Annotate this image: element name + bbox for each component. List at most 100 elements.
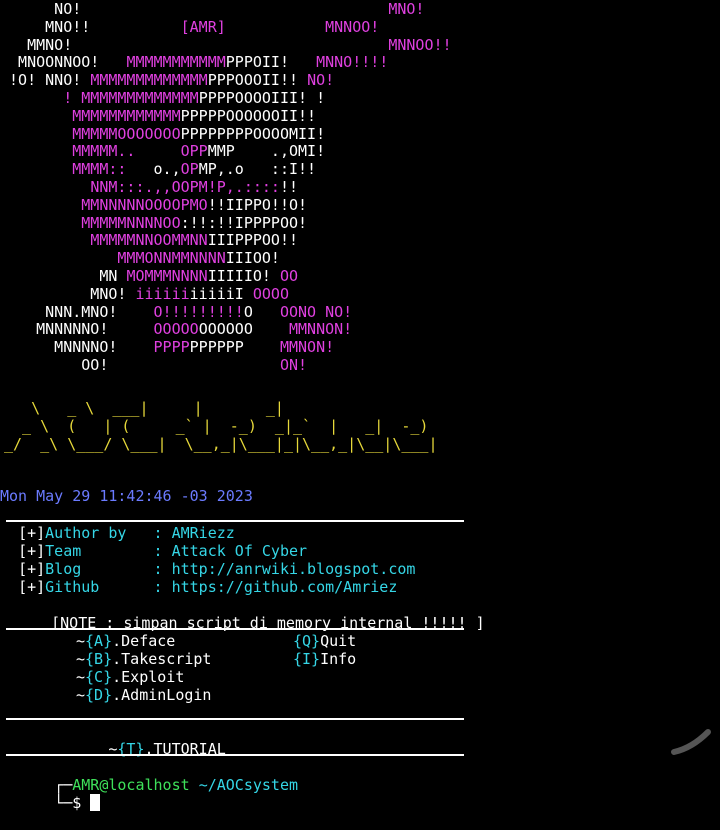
info-val: https://github.com/Amriez xyxy=(171,578,398,596)
divider-top xyxy=(6,520,464,522)
ascii-art-segment: MNNOO!! xyxy=(388,35,452,54)
ascii-art-segment: MNNNNNO! xyxy=(0,320,154,339)
ascii-art-line: MMMMMNNNNOO:!!:!!IPPPPOO! xyxy=(0,214,307,232)
menu-key: {B} xyxy=(85,650,113,668)
ascii-art-segment: IIIIIO! xyxy=(207,267,280,285)
ascii-art-segment xyxy=(0,125,72,143)
menu-key: {I} xyxy=(293,650,321,668)
ascii-art-segment: MMNNON! xyxy=(289,320,353,339)
ascii-art-segment: PPPOOOII!! xyxy=(207,71,308,90)
ascii-art-segment: MMMMMMMMMMM xyxy=(126,53,226,72)
info-val: Attack Of Cyber xyxy=(171,542,308,560)
menu-item-exploit[interactable]: ~{C}.Exploit xyxy=(76,668,184,686)
ascii-art-segment: OP xyxy=(180,160,199,179)
ascii-art-line: MMNO! MNNOO!! xyxy=(0,35,452,54)
ascii-art-line: MMMMMMMMMMMMPPPPPOOOOOOII!! xyxy=(0,107,316,125)
info-key: Team xyxy=(45,542,154,560)
ascii-art-segment: MMMM:: xyxy=(72,160,127,179)
terminal-window[interactable]: NO! MNO! MNO!! [AMR] MNNOO! MMNO! MNNOO!… xyxy=(0,0,720,812)
menu-label: .AdminLogin xyxy=(112,686,212,704)
ascii-art-segment: NO! xyxy=(0,0,389,18)
ascii-art-line: MMMMMNNOOMMNNIIIPPPOO!! xyxy=(0,231,298,249)
ascii-art-line: MNNNNO! PPPPPPPPPP MMNON! xyxy=(0,338,334,356)
prompt-line-1: ┌─AMR@localhost ~/AOCsystem xyxy=(36,776,299,794)
menu-label: .Takescript xyxy=(112,650,212,668)
menu-key: {C} xyxy=(85,668,113,686)
ascii-banner-line: _ \ ( | ( _` | -_) _|_` | _| -_) xyxy=(4,417,429,435)
ascii-art-segment: O xyxy=(243,302,280,321)
ascii-art-segment xyxy=(0,231,90,249)
menu-item-takescript[interactable]: ~{B}.Takescript xyxy=(76,650,211,668)
info-key: Author by xyxy=(45,524,154,542)
ascii-art-segment: OO! xyxy=(0,356,280,374)
ascii-art-line: NO! MNO! xyxy=(0,0,424,18)
prompt-path: ~/AOCsystem xyxy=(198,776,299,794)
ascii-art-segment: OONO NO! xyxy=(279,302,353,321)
ascii-art-segment xyxy=(0,89,63,107)
info-key: Github xyxy=(45,578,154,596)
ascii-art-segment xyxy=(226,18,325,36)
ascii-art-line: MMMONNMMNNNNIIIOO! xyxy=(0,249,280,267)
ascii-art-segment: !!IIPPO!!O! xyxy=(207,195,308,214)
info-tag: [+] xyxy=(18,560,46,578)
menu-item-tutorial[interactable]: ~{T}.TUTORIAL xyxy=(0,722,225,758)
note-line: [NOTE : simpan script di memory internal… xyxy=(0,596,484,632)
menu-label: Quit xyxy=(320,632,357,650)
ascii-art-segment: PPPPPPPPOOOOMII! xyxy=(180,124,326,143)
ascii-art-segment: PPPP xyxy=(153,338,190,357)
menu-item-info[interactable]: {I}Info xyxy=(293,650,356,668)
menu-item-deface[interactable]: ~{A}.Deface xyxy=(76,632,175,650)
ascii-art-segment: MMP .,OMI! xyxy=(207,142,326,161)
divider-menu xyxy=(6,628,464,630)
ascii-art-segment: MNNNNO! xyxy=(0,338,154,357)
ascii-art-line: MNO! iiiiiiiiiiiI OOOO xyxy=(0,285,289,303)
ascii-art-line: MN MOMMMNNNNIIIIIO! OO xyxy=(0,267,298,285)
info-key: Blog xyxy=(45,560,154,578)
ascii-art-segment: OOOOO xyxy=(153,320,199,339)
ascii-banner-line: \ _ \ ___| | _| xyxy=(4,399,284,417)
ascii-art-line: MMMM:: o.,OPMP,.o ::I!! xyxy=(0,160,316,178)
info-sep: : xyxy=(153,524,172,542)
ascii-art-segment: NO! xyxy=(307,71,335,90)
ascii-art-segment: MMMMMNNOOMMNN xyxy=(90,231,208,250)
info-val: AMRiezz xyxy=(171,524,235,542)
ascii-art-segment: MMMMMNNNNOO xyxy=(81,213,181,232)
menu-key: {D} xyxy=(85,686,113,704)
ascii-art-segment: ! MMMMMMMMMMMMM xyxy=(63,89,199,107)
menu-label: .Deface xyxy=(112,632,176,650)
ascii-art-segment xyxy=(0,142,72,160)
ascii-art-segment xyxy=(0,107,72,125)
menu-item-quit[interactable]: {Q}Quit xyxy=(293,632,356,650)
info-tag: [+] xyxy=(18,542,46,560)
ascii-art-segment: PPPOII! xyxy=(225,53,317,72)
ascii-art-segment: MNO!! xyxy=(0,17,181,36)
text-cursor[interactable] xyxy=(90,794,101,811)
ascii-art-segment: MMMONNMMNNNN xyxy=(117,249,226,268)
ascii-art-segment: NNN.MNO! xyxy=(0,302,154,321)
ascii-art-segment: MMMMMMMMMMMMM xyxy=(90,71,208,90)
ascii-art-segment: MNO! xyxy=(0,284,136,303)
swipe-gesture-icon xyxy=(671,729,711,755)
ascii-art-segment: IIIOO! xyxy=(225,249,280,268)
ascii-art-line: MMMMM.. OPPMMP .,OMI! xyxy=(0,142,325,160)
ascii-art-segment: MOMMMNNNN xyxy=(126,267,208,285)
ascii-art-segment: PPPPPOOOOOOII!! xyxy=(180,106,317,125)
ascii-art-segment: OO xyxy=(279,267,299,285)
ascii-art-segment: :!!:!!IPPPPOO! xyxy=(180,213,308,232)
info-row: [+]Team : Attack Of Cyber xyxy=(0,542,307,560)
divider-bottom xyxy=(6,754,464,756)
info-val: http://anrwiki.blogspot.com xyxy=(171,560,416,578)
ascii-art-segment: O!!!!!!!!! xyxy=(153,302,244,321)
date-line: Mon May 29 11:42:46 -03 2023 xyxy=(0,487,253,505)
ascii-art-segment: PPPPOOOOIII! ! xyxy=(198,89,326,107)
menu-key: {Q} xyxy=(293,632,321,650)
ascii-art-line: MNO!! [AMR] MNNOO! xyxy=(0,18,379,36)
menu-item-adminlogin[interactable]: ~{D}.AdminLogin xyxy=(76,686,211,704)
ascii-banner-line: _/ _\ \___/ \___| \__,_|\___|_|\__,_|\__… xyxy=(4,435,438,453)
ascii-art-segment: MNO! xyxy=(388,0,425,18)
ascii-art-line: MMMMMOOOOOOOPPPPPPPPOOOOMII! xyxy=(0,125,325,143)
prompt-line-2[interactable]: └─$ xyxy=(0,776,101,812)
ascii-art-segment: iiiiiI xyxy=(189,284,253,303)
ascii-art-segment: MNNO!!!! xyxy=(316,53,389,72)
ascii-art-segment: MNOONNOO! xyxy=(0,53,127,72)
